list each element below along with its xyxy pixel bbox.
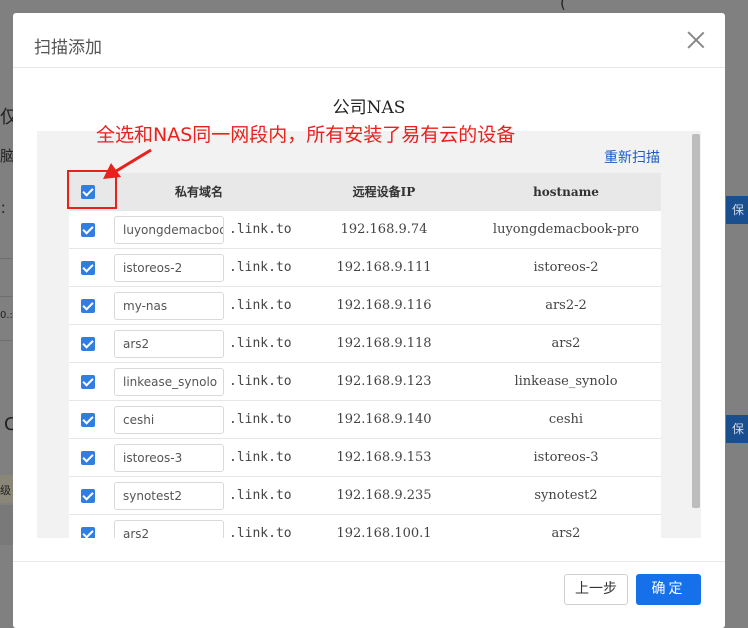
row-checkbox[interactable] [81,337,95,351]
rescan-link[interactable]: 重新扫描 [604,147,660,167]
device-hostname: istoreos-3 [533,450,599,465]
domain-input[interactable]: synotest2 [114,482,224,510]
table-row: ars2 .link.to 192.168.100.1 ars2 [69,515,661,538]
table-row: luyongdemacboo .link.to 192.168.9.74 luyong… [69,211,661,249]
domain-input[interactable]: ceshi [114,406,224,434]
table-row: linkease_synolo .link.to 192.168.9.123 link… [69,363,661,401]
column-header-hostname: hostname [533,185,599,199]
row-checkbox[interactable] [81,223,95,237]
device-table-body: luyongdemacboo .link.to 192.168.9.74 luyong… [69,211,661,538]
table-row: ceshi .link.to 192.168.9.140 ceshi [69,401,661,439]
row-checkbox[interactable] [81,261,95,275]
domain-suffix: .link.to [229,450,292,465]
domain-suffix: .link.to [229,336,292,351]
row-checkbox[interactable] [81,451,95,465]
bg-fragment: 级 [0,484,11,497]
device-hostname: ars2-2 [545,298,587,313]
dialog-header: 扫描添加 [13,13,725,68]
domain-input[interactable]: my-nas [114,292,224,320]
domain-suffix: .link.to [229,374,292,389]
domain-suffix: .link.to [229,260,292,275]
device-hostname: ars2 [551,336,581,351]
domain-suffix: .link.to [229,412,292,427]
device-hostname: istoreos-2 [533,260,599,275]
row-checkbox[interactable] [81,489,95,503]
annotation-arrow-icon [103,148,152,179]
bg-fragment: 0.: [0,310,13,321]
bg-divider [0,340,12,341]
device-ip: 192.168.100.1 [336,526,432,538]
bg-save-button: 保 [726,415,748,443]
domain-input[interactable]: luyongdemacboo [114,216,224,244]
bg-fragment: ： [0,202,14,217]
table-row: synotest2 .link.to 192.168.9.235 synotest2 [69,477,661,515]
table-row: istoreos-3 .link.to 192.168.9.153 istoreos-… [69,439,661,477]
bg-fragment: ( [560,0,566,12]
column-header-ip: 远程设备IP [352,185,416,199]
device-ip: 192.168.9.235 [336,488,432,503]
domain-suffix: .link.to [229,298,292,313]
device-ip: 192.168.9.116 [336,298,432,313]
row-checkbox[interactable] [81,527,95,538]
device-ip: 192.168.9.140 [336,412,432,427]
table-row: istoreos-2 .link.to 192.168.9.111 istoreos-… [69,249,661,287]
device-ip: 192.168.9.123 [336,374,432,389]
device-hostname: linkease_synolo [514,374,618,389]
domain-input[interactable]: ars2 [114,330,224,358]
table-row: ars2 .link.to 192.168.9.118 ars2 [69,325,661,363]
domain-input[interactable]: ars2 [114,520,224,538]
device-ip: 192.168.9.74 [340,222,428,237]
bg-divider [0,296,12,297]
domain-input[interactable]: istoreos-3 [114,444,224,472]
bg-save-button: 保 [726,196,748,224]
bg-divider [0,258,12,259]
dialog-title: 扫描添加 [34,38,102,58]
scrollbar[interactable] [692,134,700,508]
previous-step-button[interactable]: 上一步 [564,574,628,605]
device-hostname: synotest2 [534,488,598,503]
device-hostname: luyongdemacbook-pro [492,222,640,237]
confirm-button[interactable]: 确定 [636,574,701,605]
row-checkbox[interactable] [81,299,95,313]
table-row: my-nas .link.to 192.168.9.116 ars2-2 [69,287,661,325]
device-ip: 192.168.9.153 [336,450,432,465]
domain-suffix: .link.to [229,488,292,503]
dialog-footer: 上一步 确定 [13,561,725,628]
device-hostname: ars2 [551,526,581,538]
device-title: 公司NAS [332,98,406,118]
scan-add-dialog: 扫描添加 公司NAS 重新扫描 私有域名 远程设备IP hostname luy… [13,13,725,628]
device-ip: 192.168.9.118 [336,336,432,351]
bg-strip [0,505,14,545]
domain-input[interactable]: linkease_synolo [114,368,224,396]
domain-suffix: .link.to [229,526,292,538]
domain-suffix: .link.to [229,222,292,237]
annotation-text: 全选和NAS同一网段内，所有安装了易有云的设备 [96,124,516,146]
row-checkbox[interactable] [81,375,95,389]
device-ip: 192.168.9.111 [336,260,432,275]
domain-input[interactable]: istoreos-2 [114,254,224,282]
row-checkbox[interactable] [81,413,95,427]
close-icon[interactable] [687,31,705,49]
device-hostname: ceshi [548,412,584,427]
